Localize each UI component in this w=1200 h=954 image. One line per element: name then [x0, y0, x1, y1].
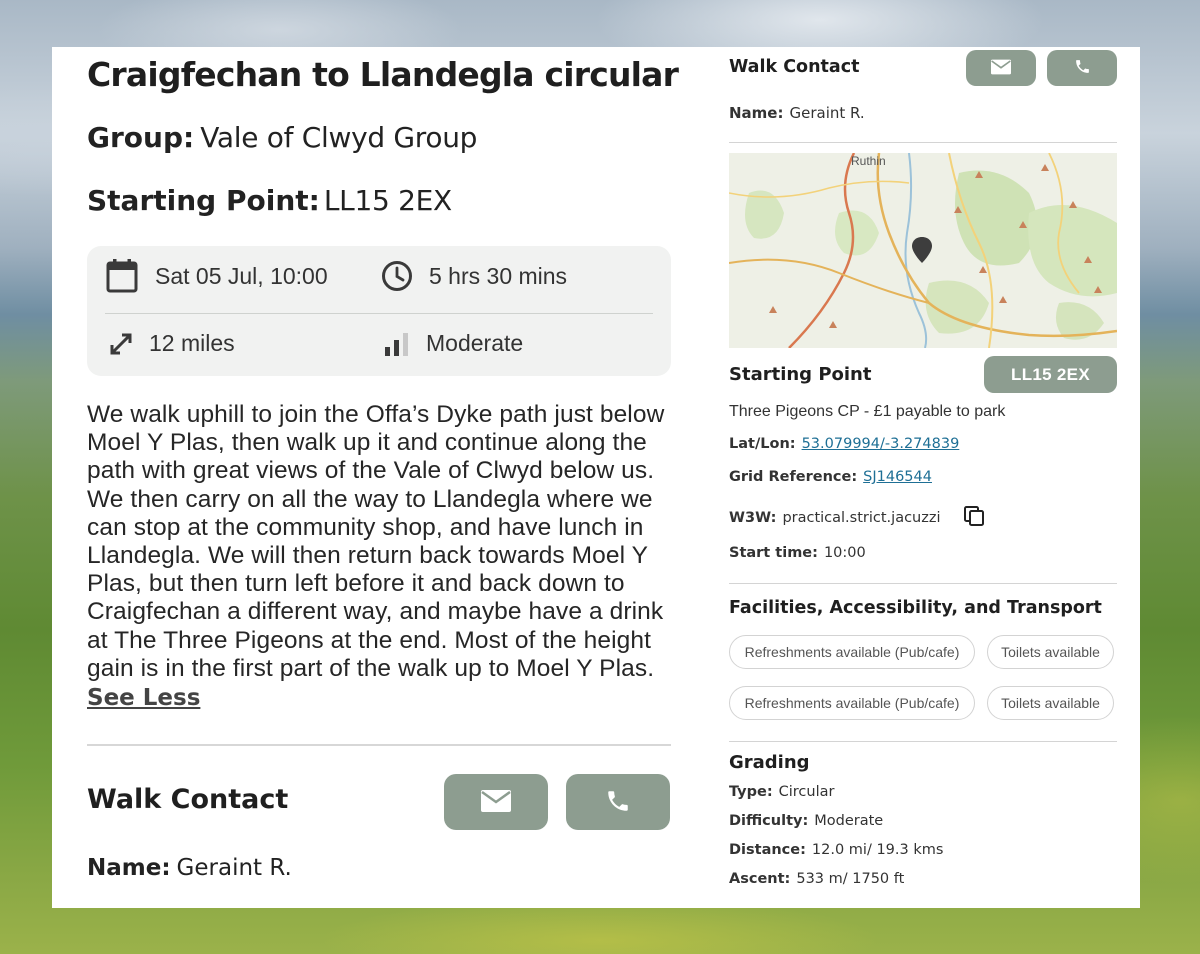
sidebar-starting-point-title: Starting Point: [729, 364, 872, 385]
start-time-label: Start time:: [729, 545, 818, 561]
signal-bars-icon: [384, 331, 410, 357]
parking-location: Three Pigeons CP - £1 payable to park: [729, 403, 1006, 420]
stat-duration: 5 hrs 30 mins: [381, 260, 567, 292]
facility-chip: Toilets available: [987, 635, 1114, 669]
start-time-row: Start time: 10:00: [729, 545, 866, 561]
facility-chip: Toilets available: [987, 686, 1114, 720]
group-line: Group: Vale of Clwyd Group: [87, 121, 477, 154]
latlon-row: Lat/Lon: 53.079994/-3.274839: [729, 436, 959, 452]
grading-type-value: Circular: [778, 784, 835, 800]
w3w-row: W3W: practical.strict.jacuzzi: [729, 505, 985, 531]
stat-difficulty: Moderate: [384, 330, 523, 357]
stat-duration-text: 5 hrs 30 mins: [429, 262, 568, 289]
latlon-label: Lat/Lon:: [729, 436, 796, 452]
see-less-link[interactable]: See Less: [87, 685, 200, 711]
postcode-badge[interactable]: LL15 2EX: [984, 356, 1117, 393]
stat-date-text: Sat 05 Jul, 10:00: [155, 262, 328, 289]
facility-chip: Refreshments available (Pub/cafe): [729, 686, 975, 720]
stat-difficulty-text: Moderate: [426, 330, 524, 356]
phone-icon: [605, 788, 631, 817]
stat-distance-text: 12 miles: [149, 330, 235, 356]
starting-point-value: LL15 2EX: [323, 184, 452, 217]
facility-chip: Refreshments available (Pub/cafe): [729, 635, 975, 669]
sidebar-contact-name: Name: Geraint R.: [729, 104, 865, 122]
grading-difficulty-value: Moderate: [814, 813, 884, 829]
sidebar-walk-contact-title: Walk Contact: [729, 57, 860, 77]
phone-contact-button[interactable]: [566, 774, 670, 830]
grading-distance-row: Distance: 12.0 mi/ 19.3 kms: [729, 842, 943, 858]
calendar-icon: [105, 258, 139, 294]
copy-icon[interactable]: [963, 505, 985, 531]
contact-name-label: Name:: [87, 855, 171, 881]
facilities-title: Facilities, Accessibility, and Transport: [729, 598, 1102, 618]
grid-reference-row: Grid Reference: SJ146544: [729, 469, 932, 485]
expand-arrows-icon: [109, 332, 133, 356]
stat-distance: 12 miles: [109, 330, 235, 357]
sidebar-phone-button[interactable]: [1047, 50, 1117, 86]
grading-type-row: Type: Circular: [729, 784, 834, 800]
group-value: Vale of Clwyd Group: [200, 121, 478, 154]
grid-reference-link[interactable]: SJ146544: [863, 469, 932, 485]
sidebar-divider: [729, 741, 1117, 742]
grading-distance-label: Distance:: [729, 842, 806, 858]
email-contact-button[interactable]: [444, 774, 548, 830]
grading-title: Grading: [729, 752, 810, 773]
sidebar-divider: [729, 142, 1117, 143]
grading-difficulty-label: Difficulty:: [729, 813, 809, 829]
walk-contact-title: Walk Contact: [87, 784, 289, 815]
walk-stats-box: Sat 05 Jul, 10:00 5 hrs 30 mins 12 miles…: [87, 246, 671, 376]
stat-date: Sat 05 Jul, 10:00: [105, 258, 328, 294]
grading-distance-value: 12.0 mi/ 19.3 kms: [811, 842, 944, 858]
sidebar-contact-name-label: Name:: [729, 104, 784, 122]
grading-ascent-row: Ascent: 533 m/ 1750 ft: [729, 871, 904, 887]
walk-title: Craigfechan to Llandegla circular: [87, 55, 679, 94]
envelope-icon: [480, 789, 512, 816]
group-label: Group:: [87, 121, 195, 154]
grading-ascent-value: 533 m/ 1750 ft: [796, 871, 905, 887]
stats-divider: [105, 313, 653, 314]
starting-point-line: Starting Point: LL15 2EX: [87, 184, 452, 217]
start-time-value: 10:00: [823, 545, 866, 561]
w3w-value: practical.strict.jacuzzi: [782, 510, 941, 526]
section-divider: [87, 744, 671, 746]
starting-point-label: Starting Point:: [87, 184, 320, 217]
phone-icon: [1074, 58, 1091, 78]
sidebar-contact-name-value: Geraint R.: [789, 104, 865, 122]
clock-icon: [381, 260, 413, 292]
walk-detail-card: Craigfechan to Llandegla circular Group:…: [52, 47, 1140, 908]
walk-description: We walk uphill to join the Offa’s Dyke p…: [87, 401, 665, 682]
location-map[interactable]: Ruthin: [729, 153, 1117, 348]
sidebar-email-button[interactable]: [966, 50, 1036, 86]
contact-name-value: Geraint R.: [176, 855, 292, 881]
map-town-label: Ruthin: [851, 154, 886, 168]
grading-ascent-label: Ascent:: [729, 871, 791, 887]
contact-name: Name: Geraint R.: [87, 855, 292, 881]
grading-type-label: Type:: [729, 784, 773, 800]
envelope-icon: [990, 59, 1012, 78]
w3w-label: W3W:: [729, 510, 777, 526]
sidebar-divider: [729, 583, 1117, 584]
grid-reference-label: Grid Reference:: [729, 469, 858, 485]
latlon-link[interactable]: 53.079994/-3.274839: [802, 436, 960, 452]
grading-difficulty-row: Difficulty: Moderate: [729, 813, 883, 829]
